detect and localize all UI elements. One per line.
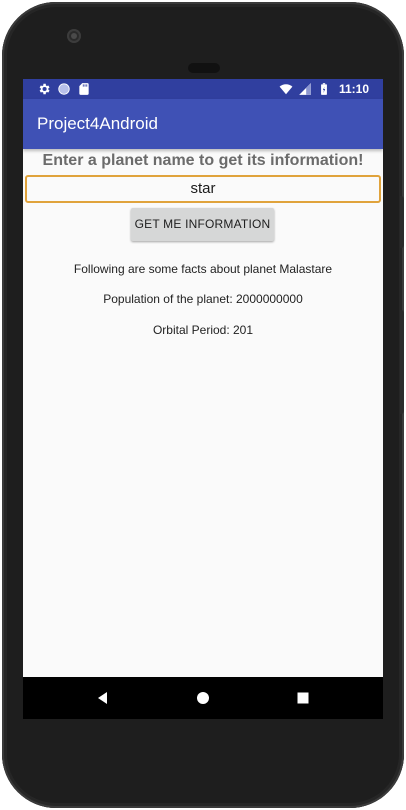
battery-icon (321, 83, 327, 95)
volume-rocker[interactable] (400, 310, 404, 414)
phone-screen: 11:10 Project4Android Enter a planet nam… (23, 79, 383, 719)
fact-planet-name: Following are some facts about planet Ma… (73, 262, 333, 276)
gear-icon (39, 83, 50, 95)
planet-name-input[interactable]: star (25, 175, 381, 203)
sd-card-icon (79, 83, 89, 95)
wifi-icon (279, 84, 293, 95)
clock: 11:10 (338, 82, 369, 96)
front-camera (67, 29, 81, 43)
app-title: Project4Android (37, 114, 158, 133)
circle-icon (58, 83, 70, 95)
app-bar: Project4Android (23, 99, 383, 149)
back-icon[interactable] (95, 690, 111, 706)
fact-orbital-period: Orbital Period: 201 (152, 323, 254, 337)
instruction-heading: Enter a planet name to get its informati… (42, 152, 364, 169)
earpiece-speaker (188, 63, 220, 73)
navigation-bar (23, 677, 383, 719)
get-information-button[interactable]: GET ME INFORMATION (131, 208, 274, 241)
home-icon[interactable] (195, 690, 211, 706)
status-bar: 11:10 (23, 79, 383, 99)
power-button[interactable] (400, 196, 404, 248)
cell-signal-icon (299, 83, 311, 95)
recents-icon[interactable] (295, 690, 311, 706)
fact-population: Population of the planet: 2000000000 (103, 292, 303, 306)
